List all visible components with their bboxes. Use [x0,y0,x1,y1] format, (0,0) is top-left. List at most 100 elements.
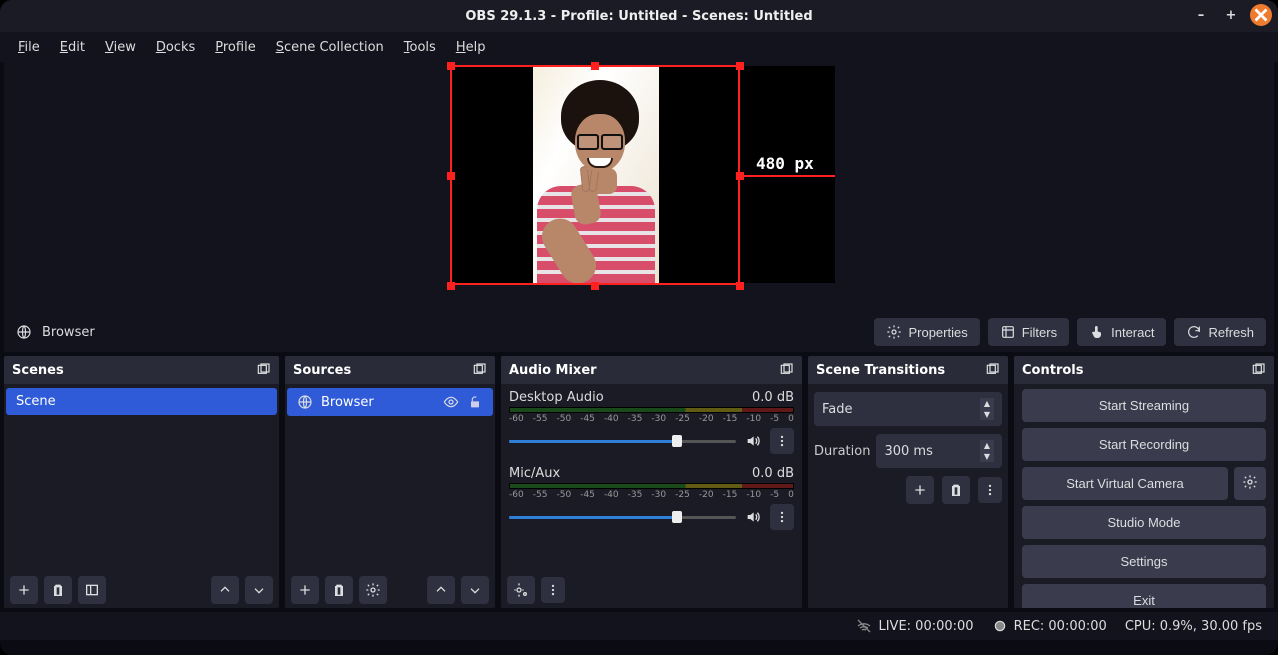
move-scene-up-button[interactable] [211,576,239,604]
mixer-dock-title: Audio Mixer [509,363,597,378]
handle-ml[interactable] [447,172,455,180]
duration-input[interactable]: 300 ms ▲▼ [876,434,1002,468]
handle-bm[interactable] [591,282,599,290]
source-list-item-label: Browser [321,395,374,410]
dock-popout-icon[interactable] [471,362,487,378]
menu-docks[interactable]: Docks [146,36,205,59]
dock-popout-icon[interactable] [778,362,794,378]
add-source-button[interactable] [291,576,319,604]
statusbar: LIVE: 00:00:00 REC: 00:00:00 CPU: 0.9%, … [0,612,1278,640]
menu-tools[interactable]: Tools [394,36,446,59]
visibility-icon[interactable] [443,394,459,410]
dock-popout-icon[interactable] [1250,362,1266,378]
handle-tm[interactable] [591,62,599,70]
speaker-icon[interactable] [742,506,764,528]
pause-icon [992,618,1008,634]
dock-popout-icon[interactable] [984,362,1000,378]
move-source-up-button[interactable] [427,576,455,604]
status-rec: REC: 00:00:00 [1014,619,1107,634]
exit-button[interactable]: Exit [1022,584,1266,608]
sources-dock-title: Sources [293,363,351,378]
transition-properties-button[interactable] [978,477,1002,503]
menu-file[interactable]: File [8,36,50,59]
titlebar-title: OBS 29.1.3 - Profile: Untitled - Scenes:… [465,9,812,24]
mixer-channel-name: Mic/Aux [509,466,560,481]
scenes-dock: Scenes Scene [4,356,279,608]
mixer-channel: Desktop Audio0.0 dB -60-55-50-45-40-35-3… [501,386,802,462]
handle-br[interactable] [736,282,744,290]
duration-value: 300 ms [884,444,932,459]
source-properties-button[interactable] [359,576,387,604]
source-toolbar: Browser Properties Filters Interact Refr… [4,312,1274,352]
selection-bounding-box[interactable] [450,65,740,285]
studio-mode-button[interactable]: Studio Mode [1022,506,1266,539]
mixer-channel-name: Desktop Audio [509,390,604,405]
controls-dock-title: Controls [1022,363,1083,378]
mixer-channel-level: 0.0 dB [752,390,794,405]
add-scene-button[interactable] [10,576,38,604]
scenes-dock-title: Scenes [12,363,64,378]
crop-guide-line [740,175,835,177]
filters-button[interactable]: Filters [988,318,1069,346]
move-source-down-button[interactable] [461,576,489,604]
source-list-item[interactable]: Browser [287,388,493,416]
remove-scene-button[interactable] [44,576,72,604]
start-virtual-camera-button[interactable]: Start Virtual Camera [1022,467,1228,500]
transitions-dock-title: Scene Transitions [816,363,945,378]
start-streaming-button[interactable]: Start Streaming [1022,389,1266,422]
dock-popout-icon[interactable] [255,362,271,378]
remove-transition-button[interactable] [942,476,970,504]
mixer-menu-button[interactable] [541,577,565,603]
remove-source-button[interactable] [325,576,353,604]
lock-icon[interactable] [467,394,483,410]
meter-ticks: -60-55-50-45-40-35-30-25-20-15-10-50 [509,490,794,500]
menu-view[interactable]: View [95,36,146,59]
audio-mixer-dock: Audio Mixer Desktop Audio 0.0 dB -60-55-5… [501,356,802,608]
audio-meter [509,483,794,489]
window-maximize-button[interactable]: + [1220,4,1242,26]
scene-filter-button[interactable] [78,576,106,604]
handle-tl[interactable] [447,62,455,70]
preview-area[interactable]: 480 px [4,62,1274,312]
window-minimize-button[interactable]: – [1190,4,1212,26]
menu-help[interactable]: Help [446,36,496,59]
move-scene-down-button[interactable] [245,576,273,604]
speaker-icon[interactable] [742,430,764,452]
advanced-audio-button[interactable] [507,576,535,604]
network-icon [856,618,872,634]
chevron-up-icon[interactable]: ▲ [980,440,994,451]
virtual-camera-settings-button[interactable] [1234,467,1266,500]
duration-label: Duration [814,444,870,459]
properties-label: Properties [908,325,967,340]
handle-tr[interactable] [736,62,744,70]
mixer-channel-level: 0.0 dB [752,466,794,481]
chevron-up-icon[interactable]: ▲ [980,398,994,409]
menubar: File Edit View Docks Profile Scene Colle… [0,32,1278,62]
volume-slider[interactable] [509,510,736,524]
volume-slider[interactable] [509,434,736,448]
channel-menu-button[interactable] [770,428,794,454]
menu-profile[interactable]: Profile [205,36,265,59]
filters-icon [1000,324,1016,340]
sources-dock: Sources Browser [285,356,495,608]
chevron-down-icon[interactable]: ▼ [980,451,994,462]
interact-button[interactable]: Interact [1077,318,1166,346]
chevron-down-icon[interactable]: ▼ [980,409,994,420]
gear-icon [886,324,902,340]
refresh-button[interactable]: Refresh [1174,318,1266,346]
settings-button[interactable]: Settings [1022,545,1266,578]
properties-button[interactable]: Properties [874,318,979,346]
refresh-label: Refresh [1208,325,1254,340]
audio-meter [509,407,794,413]
menu-edit[interactable]: Edit [50,36,95,59]
window-close-button[interactable] [1250,4,1272,26]
menu-scene-collection[interactable]: Scene Collection [266,36,394,59]
scene-list-item[interactable]: Scene [6,388,277,415]
channel-menu-button[interactable] [770,504,794,530]
start-recording-button[interactable]: Start Recording [1022,428,1266,461]
handle-bl[interactable] [447,282,455,290]
status-live: LIVE: 00:00:00 [878,619,973,634]
globe-icon [16,324,32,340]
transition-select[interactable]: Fade ▲▼ [814,392,1002,426]
add-transition-button[interactable] [906,476,934,504]
